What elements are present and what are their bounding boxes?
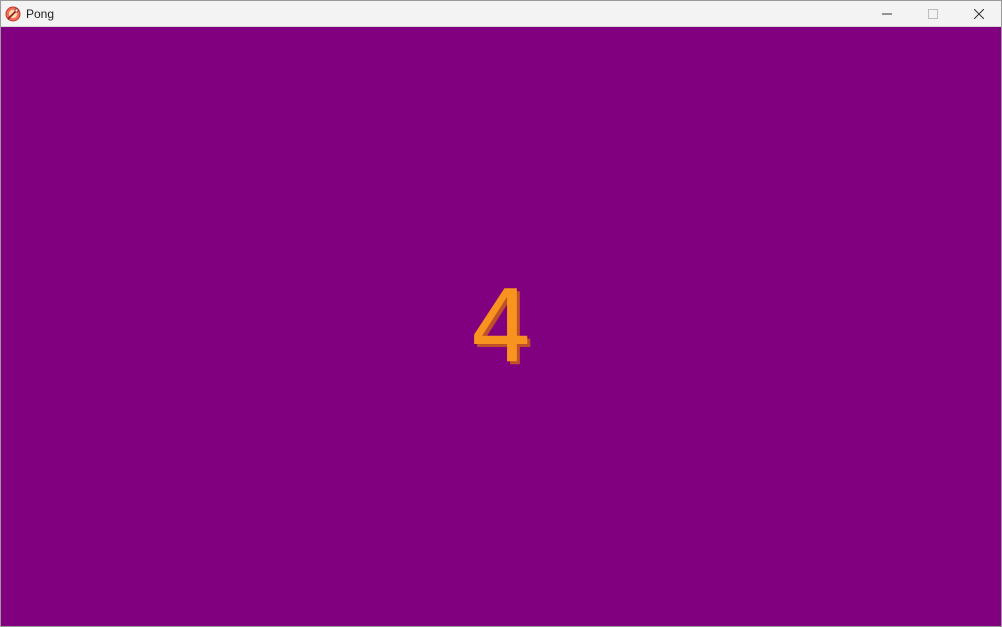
- minimize-button[interactable]: [864, 1, 910, 27]
- pong-app-icon: [5, 6, 21, 22]
- minimize-icon: [882, 13, 892, 15]
- title-bar[interactable]: Pong: [1, 1, 1001, 27]
- close-icon: [974, 9, 984, 19]
- window-title: Pong: [26, 7, 55, 21]
- game-canvas[interactable]: 4: [1, 27, 1001, 626]
- maximize-button[interactable]: [910, 1, 956, 27]
- maximize-icon: [928, 9, 938, 19]
- countdown-number: 4: [469, 268, 533, 385]
- pong-window: Pong 4: [0, 0, 1002, 627]
- close-button[interactable]: [956, 1, 1001, 27]
